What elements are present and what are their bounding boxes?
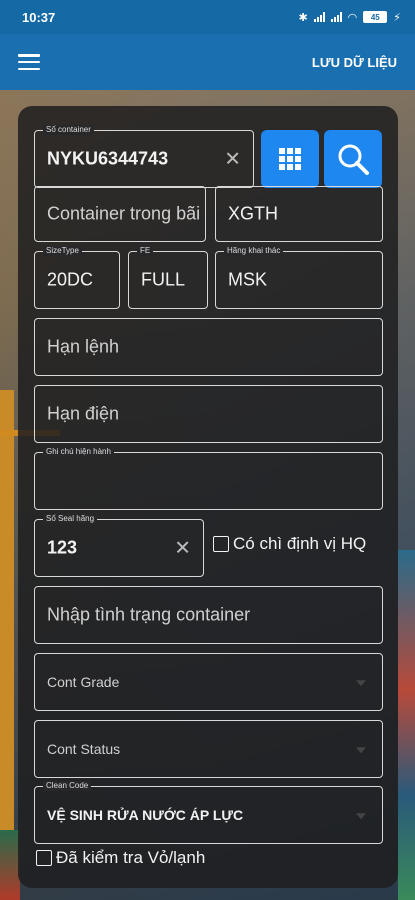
search-icon [338,144,369,175]
status-icons: ✱ ◠ 45 ⚡ [298,11,401,24]
clear-seal-icon[interactable]: ✕ [174,536,191,561]
charging-icon: ⚡ [393,11,401,24]
chevron-down-icon [356,747,366,754]
container-status-placeholder: Nhập tình trạng container [47,604,251,625]
container-in-yard-placeholder: Container trong bãi [47,203,201,224]
status-time: 10:37 [22,9,56,25]
seal-number-value: 123 [47,537,78,558]
size-type-value: 20DC [47,269,94,290]
cont-status-value: Cont Status [47,741,121,757]
search-button[interactable] [324,130,382,188]
checkbox-icon [36,850,52,866]
container-number-value: NYKU6344743 [47,148,169,169]
clean-code-select[interactable]: Clean Code VỆ SINH RỬA NƯỚC ÁP LỰC [34,781,383,844]
seal-number-label: Số Seal hãng [43,514,98,524]
container-in-yard-field[interactable]: Container trong bãi [34,186,206,242]
operator-value: MSK [228,269,268,290]
checkbox-icon [213,536,229,552]
seal-number-field[interactable]: Số Seal hãng 123 ✕ [34,514,204,577]
order-deadline-placeholder: Hạn lệnh [47,336,120,357]
customs-seal-label: Có chì định vị HQ [233,534,367,553]
customs-seal-checkbox[interactable]: Có chì định vị HQ [213,534,366,554]
container-stack-decoration [398,550,415,900]
cont-grade-select[interactable]: Cont Grade [34,653,383,711]
fe-label: FE [137,246,154,256]
chevron-down-icon [356,813,366,820]
cont-grade-value: Cont Grade [47,674,120,690]
app-bar: LƯU DỮ LIỆU [0,34,415,90]
grid-button[interactable] [261,130,319,188]
order-deadline-field[interactable]: Hạn lệnh [34,318,383,376]
signal-icon-2 [330,12,342,22]
chevron-down-icon [356,680,366,687]
container-number-field[interactable]: Số container NYKU6344743 ✕ [34,125,254,188]
xgth-field[interactable]: XGTH [215,186,383,242]
menu-icon[interactable] [18,54,40,70]
grid-icon [279,148,301,170]
operator-label: Hãng khai thác [224,246,284,256]
power-deadline-field[interactable]: Hạn điện [34,385,383,443]
cont-status-select[interactable]: Cont Status [34,720,383,778]
xgth-value: XGTH [228,203,279,224]
clean-code-value: VỆ SINH RỬA NƯỚC ÁP LỰC [47,807,244,823]
fe-field[interactable]: FE FULL [128,246,208,309]
clear-container-icon[interactable]: ✕ [224,147,241,172]
size-type-field[interactable]: SizeType 20DC [34,246,120,309]
shell-check-label: Đã kiểm tra Vỏ/lạnh [56,848,206,867]
power-deadline-placeholder: Hạn điện [47,403,120,424]
crane-decoration [0,390,14,860]
signal-icon [313,12,325,22]
fe-value: FULL [141,269,186,290]
wifi-icon: ◠ [347,11,358,24]
container-status-input[interactable]: Nhập tình trạng container [34,586,383,644]
clean-code-label: Clean Code [43,781,92,791]
save-data-button[interactable]: LƯU DỮ LIỆU [312,55,397,70]
bluetooth-icon: ✱ [298,11,308,24]
size-type-label: SizeType [43,246,82,256]
container-number-label: Số container [43,125,94,135]
status-bar: 10:37 ✱ ◠ 45 ⚡ [0,0,415,34]
shell-check-checkbox[interactable]: Đã kiểm tra Vỏ/lạnh [36,848,205,868]
container-stack-left-decoration [0,830,20,900]
battery-icon: 45 [363,11,388,23]
current-note-label: Ghi chú hiện hành [43,447,114,457]
operator-field[interactable]: Hãng khai thác MSK [215,246,383,309]
current-note-field[interactable]: Ghi chú hiện hành [34,447,383,510]
